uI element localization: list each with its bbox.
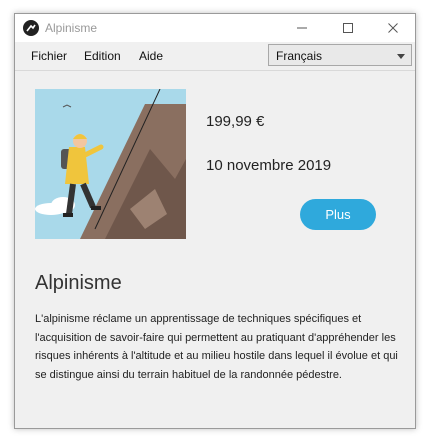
window-title: Alpinisme [45, 21, 98, 35]
price: 199,99 € [206, 113, 265, 130]
product-heading: Alpinisme [35, 272, 122, 294]
more-button[interactable]: Plus [300, 199, 376, 230]
menu-fichier[interactable]: Fichier [31, 49, 67, 63]
close-button[interactable] [370, 14, 415, 42]
minimize-button[interactable] [279, 14, 325, 42]
language-select[interactable]: Français [268, 44, 412, 66]
maximize-button[interactable] [325, 14, 371, 42]
product-description: L'alpinisme réclame un apprentissage de … [35, 313, 398, 381]
language-selected-value: Français [276, 49, 323, 63]
menu-edition[interactable]: Edition [84, 49, 121, 63]
title-bar[interactable]: Alpinisme [15, 14, 415, 42]
app-icon [23, 20, 39, 36]
release-date: 10 novembre 2019 [206, 157, 332, 174]
app-window: Alpinisme Fichier Edition Aide Français [14, 13, 416, 429]
maximize-icon [343, 23, 353, 33]
close-icon [388, 23, 398, 33]
menu-separator [15, 70, 415, 71]
menu-aide[interactable]: Aide [139, 49, 163, 63]
minimize-icon [297, 27, 307, 29]
chevron-down-icon [397, 54, 405, 59]
mountaineering-illustration [35, 89, 186, 239]
